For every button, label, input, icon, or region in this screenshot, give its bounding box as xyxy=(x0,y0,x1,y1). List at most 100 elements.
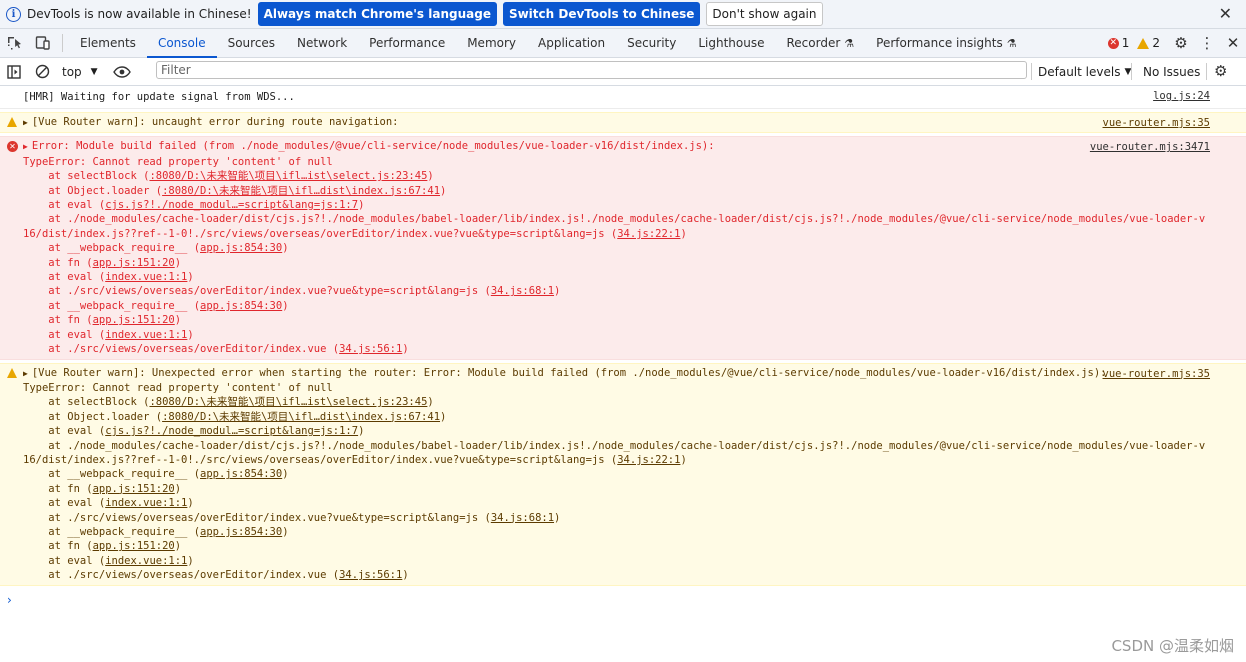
stack-frame-end: ) xyxy=(402,569,409,582)
tab-label: Sources xyxy=(227,36,276,50)
filter-input[interactable]: Filter xyxy=(156,61,1027,79)
source-link[interactable]: vue-router.mjs:35 xyxy=(1103,367,1210,381)
tab-performance-insights[interactable]: Performance insights ⚗ xyxy=(865,29,1027,57)
stack-frame-end: ) xyxy=(282,242,289,255)
tabbar-right: ✕ 1 2 ⚙ ⋮ ✕ xyxy=(1107,29,1246,57)
stack-frame-text: at __webpack_require__ ( xyxy=(48,299,201,312)
toolbar-divider xyxy=(1206,63,1207,80)
source-link[interactable]: vue-router.mjs:35 xyxy=(1103,116,1210,130)
tab-console[interactable]: Console xyxy=(146,29,217,58)
expand-triangle-icon[interactable]: ▶ xyxy=(23,142,28,151)
error-count[interactable]: ✕ 1 xyxy=(1107,36,1129,50)
stack-frame-text: at selectBlock ( xyxy=(48,170,150,183)
stack-frame-link[interactable]: 34.js:68:1 xyxy=(491,285,554,297)
stack-frame-link[interactable]: :8080/D:\未来智能\项目\ifl…ist\select.js:23:45 xyxy=(149,396,427,408)
close-icon[interactable]: ✕ xyxy=(1219,4,1232,23)
more-options-icon[interactable]: ⋮ xyxy=(1194,34,1220,52)
stack-frame-link[interactable]: cjs.js?!./node_modul…=script&lang=js:1:7 xyxy=(105,199,358,211)
expand-triangle-icon[interactable]: ▶ xyxy=(23,369,28,378)
clear-console-icon[interactable] xyxy=(28,64,56,79)
tab-security[interactable]: Security xyxy=(616,29,687,57)
stack-frame-text: at fn ( xyxy=(48,540,93,553)
sidebar-toggle-icon[interactable] xyxy=(0,64,28,79)
tab-label: Recorder xyxy=(786,36,841,50)
settings-gear-icon[interactable]: ⚙ xyxy=(1168,34,1194,52)
context-selector[interactable]: top ▼ xyxy=(62,65,98,79)
filter-placeholder: Filter xyxy=(161,63,191,77)
message-text: [Vue Router warn]: uncaught error during… xyxy=(31,116,399,128)
stack-frame-end: ) xyxy=(282,299,289,312)
stack-frame-end: ) xyxy=(680,453,687,466)
stack-frame-text: at eval ( xyxy=(48,497,106,510)
error-icon: ✕ xyxy=(1107,37,1119,49)
stack-frame-link[interactable]: index.vue:1:1 xyxy=(105,271,187,283)
tab-label: Network xyxy=(297,36,348,50)
language-infobar: i DevTools is now available in Chinese! … xyxy=(0,0,1246,29)
stack-frame-link[interactable]: index.vue:1:1 xyxy=(105,555,187,567)
stack-frame-link[interactable]: 34.js:22:1 xyxy=(617,454,680,466)
stack-frame-link[interactable]: index.vue:1:1 xyxy=(105,329,187,341)
stack-frame-link[interactable]: :8080/D:\未来智能\项目\ifl…dist\index.js:67:41 xyxy=(162,185,440,197)
stack-frame-end: ) xyxy=(440,410,447,423)
stack-frame-end: ) xyxy=(282,525,289,538)
error-icon: ✕ xyxy=(7,141,18,153)
stack-frame-link[interactable]: app.js:151:20 xyxy=(93,257,175,269)
dont-show-again-button[interactable]: Don't show again xyxy=(706,2,823,26)
stack-frame-text: at ./node_modules/cache-loader/dist/cjs.… xyxy=(23,439,1206,466)
source-link[interactable]: vue-router.mjs:3471 xyxy=(1090,140,1210,154)
stack-frame-link[interactable]: :8080/D:\未来智能\项目\ifl…dist\index.js:67:41 xyxy=(162,411,440,423)
experimental-flask-icon: ⚗ xyxy=(1006,36,1017,50)
live-expression-eye-icon[interactable] xyxy=(108,65,136,78)
stack-frame-link[interactable]: app.js:854:30 xyxy=(200,300,282,312)
stack-frame-link[interactable]: app.js:151:20 xyxy=(93,314,175,326)
inspect-element-icon[interactable] xyxy=(0,36,28,51)
stack-frame-end: ) xyxy=(554,285,561,298)
tab-elements[interactable]: Elements xyxy=(69,29,147,57)
stack-frame-end: ) xyxy=(680,227,687,240)
stack-frame-end: ) xyxy=(402,343,409,356)
stack-frame-link[interactable]: 34.js:68:1 xyxy=(491,512,554,524)
warning-count[interactable]: 2 xyxy=(1137,36,1160,50)
always-match-language-button[interactable]: Always match Chrome's language xyxy=(257,2,497,26)
stack-frame-end: ) xyxy=(174,482,182,495)
stack-frame-end: ) xyxy=(187,554,194,567)
issues-counter[interactable]: No Issues xyxy=(1143,58,1200,85)
tab-label: Lighthouse xyxy=(698,36,765,50)
tab-sources[interactable]: Sources xyxy=(217,29,286,57)
tab-network[interactable]: Network xyxy=(286,29,358,57)
watermark: CSDN @温柔如烟 xyxy=(1111,637,1234,655)
stack-frame-end: ) xyxy=(174,256,182,269)
tab-recorder[interactable]: Recorder ⚗ xyxy=(776,29,866,57)
stack-frame-link[interactable]: app.js:854:30 xyxy=(200,468,282,480)
stack-frame-link[interactable]: app.js:854:30 xyxy=(200,526,282,538)
message-head: Error: Module build failed (from ./node_… xyxy=(31,140,715,153)
stack-frame-link[interactable]: 34.js:22:1 xyxy=(617,228,680,240)
stack-frame-text: at eval ( xyxy=(48,554,106,567)
stack-frame-link[interactable]: app.js:151:20 xyxy=(93,483,175,495)
message-body: TypeError: Cannot read property 'content… xyxy=(23,155,333,168)
experimental-flask-icon: ⚗ xyxy=(844,36,855,50)
tab-application[interactable]: Application xyxy=(527,29,616,57)
stack-frame-link[interactable]: :8080/D:\未来智能\项目\ifl…ist\select.js:23:45 xyxy=(149,170,427,182)
stack-frame-link[interactable]: app.js:854:30 xyxy=(200,242,282,254)
stack-frame-link[interactable]: app.js:151:20 xyxy=(93,540,175,552)
source-link[interactable]: log.js:24 xyxy=(1153,89,1210,103)
log-levels-dropdown[interactable]: Default levels ▼ xyxy=(1038,58,1131,85)
stack-frame-link[interactable]: 34.js:56:1 xyxy=(339,343,402,355)
message-body: TypeError: Cannot read property 'content… xyxy=(23,381,333,394)
tab-performance[interactable]: Performance xyxy=(358,29,456,57)
stack-frame-link[interactable]: index.vue:1:1 xyxy=(105,497,187,509)
close-devtools-icon[interactable]: ✕ xyxy=(1220,34,1246,52)
tab-lighthouse[interactable]: Lighthouse xyxy=(687,29,775,57)
expand-triangle-icon[interactable]: ▶ xyxy=(23,118,28,127)
stack-frame-end: ) xyxy=(358,199,365,212)
device-toolbar-icon[interactable] xyxy=(28,36,56,50)
stack-frame-link[interactable]: cjs.js?!./node_modul…=script&lang=js:1:7 xyxy=(105,425,358,437)
stack-frame-link[interactable]: 34.js:56:1 xyxy=(339,569,402,581)
console-settings-gear-icon[interactable]: ⚙ xyxy=(1214,62,1227,80)
tab-memory[interactable]: Memory xyxy=(456,29,527,57)
switch-to-chinese-button[interactable]: Switch DevTools to Chinese xyxy=(502,2,701,26)
error-message: ✕ vue-router.mjs:3471 ▶ Error: Module build… xyxy=(0,136,1246,360)
console-prompt[interactable]: › xyxy=(7,593,12,607)
log-levels-value: Default levels xyxy=(1038,64,1121,79)
